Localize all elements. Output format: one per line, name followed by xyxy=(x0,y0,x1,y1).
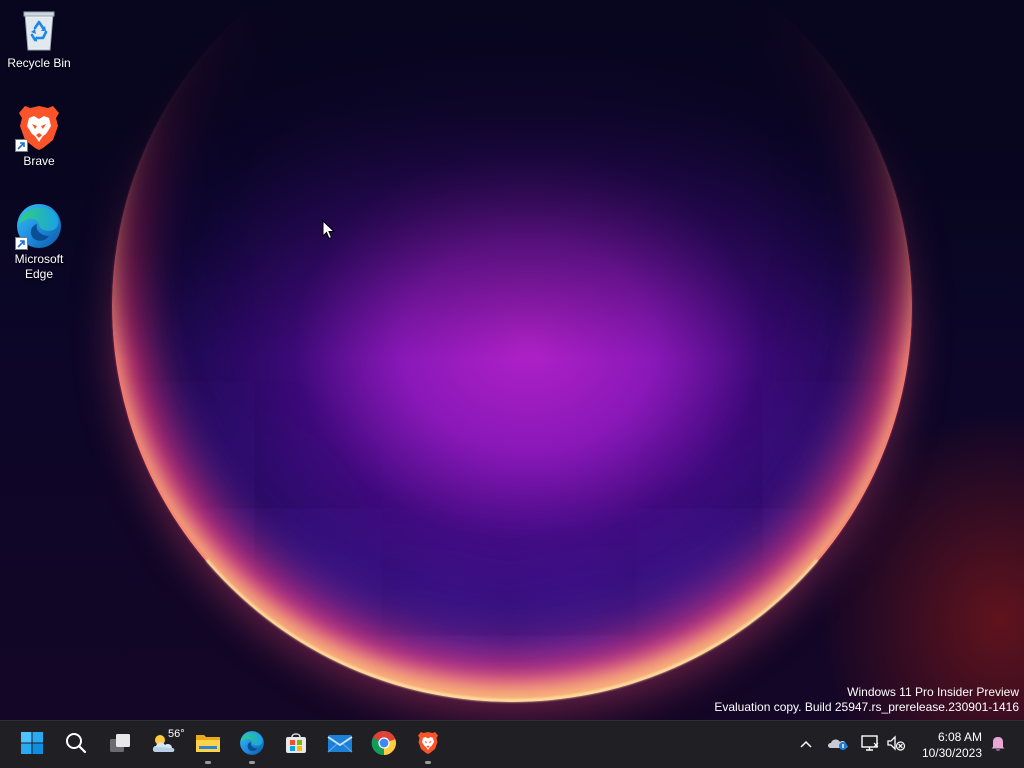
network-tray-button[interactable] xyxy=(858,733,882,757)
task-view-button[interactable] xyxy=(100,725,140,765)
running-indicator xyxy=(249,761,255,764)
watermark-build: Evaluation copy. Build 25947.rs_prerelea… xyxy=(714,700,1019,714)
recycle-bin-icon xyxy=(15,6,63,54)
desktop-icon-label: Microsoft Edge xyxy=(14,252,64,281)
network-icon xyxy=(860,734,880,757)
onedrive-tray-button[interactable] xyxy=(826,733,850,757)
windows-logo-icon xyxy=(20,731,44,760)
shortcut-arrow-icon xyxy=(15,139,28,152)
edge-icon xyxy=(239,730,265,761)
watermark-edition: Windows 11 Pro Insider Preview xyxy=(847,685,1019,699)
task-view-icon xyxy=(108,731,132,760)
show-hidden-icons-button[interactable] xyxy=(794,733,818,757)
build-watermark: Windows 11 Pro Insider Preview Evaluatio… xyxy=(714,685,1019,715)
file-explorer-button[interactable] xyxy=(188,725,228,765)
desktop-icon-label: Recycle Bin xyxy=(7,56,71,70)
search-button[interactable] xyxy=(56,725,96,765)
clock-date: 10/30/2023 xyxy=(921,746,982,760)
volume-muted-icon xyxy=(886,734,906,757)
desktop-icon-label: Brave xyxy=(23,154,55,168)
wallpaper-fade xyxy=(0,0,1024,360)
brave-icon xyxy=(15,104,63,152)
onedrive-icon xyxy=(827,735,849,756)
clock-time: 6:08 AM xyxy=(937,730,982,744)
taskbar: 56° 6:08 AM 10/30/2023 xyxy=(0,720,1024,768)
brave-taskbar-button[interactable] xyxy=(408,725,448,765)
clock-button[interactable]: 6:08 AM 10/30/2023 xyxy=(922,729,982,761)
mouse-cursor-icon xyxy=(322,219,336,245)
edge-taskbar-button[interactable] xyxy=(232,725,272,765)
folder-icon xyxy=(195,731,221,760)
running-indicator xyxy=(425,761,431,764)
chrome-icon xyxy=(371,730,397,761)
search-icon xyxy=(64,731,88,760)
mail-button[interactable] xyxy=(320,725,360,765)
shortcut-arrow-icon xyxy=(15,237,28,250)
desktop[interactable]: Recycle Bin Brave Microsoft Edge Windows… xyxy=(0,0,1024,720)
desktop-icon-brave[interactable]: Brave xyxy=(4,104,74,169)
mail-icon xyxy=(327,732,353,759)
widgets-button[interactable]: 56° xyxy=(144,725,185,765)
store-button[interactable] xyxy=(276,725,316,765)
edge-icon xyxy=(15,202,63,250)
desktop-icon-microsoft-edge[interactable]: Microsoft Edge xyxy=(4,202,74,282)
chevron-up-icon xyxy=(799,736,813,754)
desktop-icon-recycle-bin[interactable]: Recycle Bin xyxy=(4,6,74,71)
weather-temperature: 56° xyxy=(168,728,185,740)
notifications-button[interactable] xyxy=(986,733,1010,757)
volume-tray-button[interactable] xyxy=(884,733,908,757)
bell-icon xyxy=(989,734,1007,757)
chrome-button[interactable] xyxy=(364,725,404,765)
brave-icon xyxy=(416,730,440,761)
store-icon xyxy=(284,731,308,760)
start-button[interactable] xyxy=(12,725,52,765)
running-indicator xyxy=(205,761,211,764)
